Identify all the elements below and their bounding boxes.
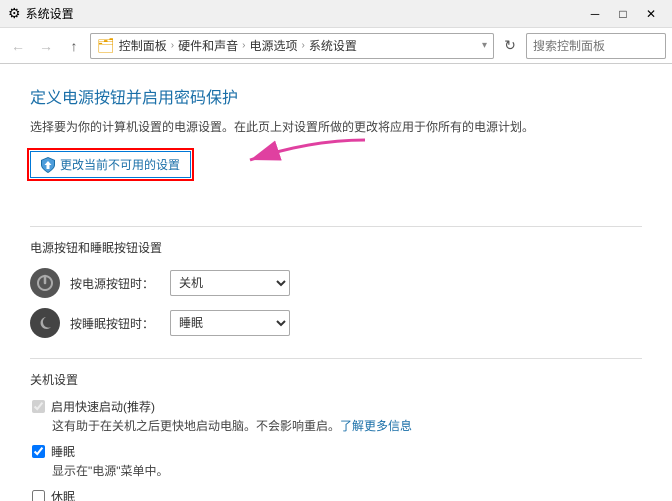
fast-startup-label: 启用快速启动(推荐) (51, 398, 155, 415)
fast-startup-desc: 这有助于在关机之后更快地启动电脑。不会影响重启。了解更多信息 (52, 417, 642, 435)
maximize-button[interactable]: □ (610, 4, 636, 24)
address-bar: ← → ↑ 🗂 控制面板 › 硬件和声音 › 电源选项 › 系统设置 ▾ ↻ (0, 28, 672, 64)
sleep-button-label: 按睡眠按钮时： (70, 315, 160, 332)
section-divider-1 (30, 226, 642, 227)
path-sep-2: › (242, 40, 245, 51)
path-dropdown-icon[interactable]: ▾ (482, 40, 487, 51)
sleep-row: 睡眠 (32, 443, 642, 460)
title-bar-icon: ⚙ (8, 5, 21, 22)
power-settings-section: 电源按钮和睡眠按钮设置 按电源按钮时： 关机 睡眠 休眠 (30, 239, 642, 338)
sleep-item: 睡眠 显示在"电源"菜单中。 (32, 443, 642, 480)
shield-icon (41, 157, 55, 173)
minimize-button[interactable]: ─ (582, 4, 608, 24)
page-description: 选择要为你的计算机设置的电源设置。在此页上对设置所做的更改将应用于你所有的电源计… (30, 118, 642, 137)
sleep-checkbox[interactable] (32, 445, 45, 458)
main-content: 定义电源按钮并启用密码保护 选择要为你的计算机设置的电源设置。在此页上对设置所做… (0, 64, 672, 501)
sleep-button-row: 按睡眠按钮时： 睡眠 关机 休眠 不采取任何措施 (30, 308, 642, 338)
hibernate-checkbox[interactable] (32, 490, 45, 501)
path-power[interactable]: 电源选项 (250, 37, 298, 54)
path-sep-3: › (302, 40, 305, 51)
title-bar: ⚙ 系统设置 ─ □ ✕ (0, 0, 672, 28)
search-input[interactable] (526, 33, 666, 59)
power-settings-rows: 按电源按钮时： 关机 睡眠 休眠 不采取任何措施 按睡眠按 (30, 268, 642, 338)
path-system[interactable]: 系统设置 (309, 37, 357, 54)
path-controlpanel[interactable]: 控制面板 (119, 37, 167, 54)
shutdown-section: 关机设置 启用快速启动(推荐) 这有助于在关机之后更快地启动电脑。不会影响重启。… (30, 371, 642, 501)
sleep-checkbox-label: 睡眠 (51, 443, 75, 460)
path-hardware[interactable]: 硬件和声音 (178, 37, 238, 54)
up-button[interactable]: ↑ (62, 34, 86, 58)
fast-startup-row: 启用快速启动(推荐) (32, 398, 642, 415)
close-button[interactable]: ✕ (638, 4, 664, 24)
power-button-select[interactable]: 关机 睡眠 休眠 不采取任何措施 (170, 270, 290, 296)
fast-startup-item: 启用快速启动(推荐) 这有助于在关机之后更快地启动电脑。不会影响重启。了解更多信… (32, 398, 642, 435)
hibernate-row: 休眠 (32, 488, 642, 501)
power-button-row: 按电源按钮时： 关机 睡眠 休眠 不采取任何措施 (30, 268, 642, 298)
section-divider-2 (30, 358, 642, 359)
forward-button[interactable]: → (34, 34, 58, 58)
change-settings-label: 更改当前不可用的设置 (60, 156, 180, 173)
learn-more-link[interactable]: 了解更多信息 (340, 419, 412, 433)
path-sep-1: › (171, 40, 174, 51)
address-path: 🗂 控制面板 › 硬件和声音 › 电源选项 › 系统设置 ▾ (90, 33, 494, 59)
refresh-button[interactable]: ↻ (498, 34, 522, 58)
sleep-checkbox-desc: 显示在"电源"菜单中。 (52, 462, 642, 480)
shutdown-title: 关机设置 (30, 371, 642, 388)
folder-icon: 🗂 (97, 37, 115, 54)
pink-arrow-annotation (230, 135, 370, 178)
sleep-icon (30, 308, 60, 338)
power-icon (30, 268, 60, 298)
hibernate-item: 休眠 显示在"电源"菜单中。 (32, 488, 642, 501)
back-button[interactable]: ← (6, 34, 30, 58)
power-button-label: 按电源按钮时： (70, 275, 160, 292)
hibernate-checkbox-label: 休眠 (51, 488, 75, 501)
page-title: 定义电源按钮并启用密码保护 (30, 84, 642, 108)
title-bar-text: 系统设置 (26, 5, 74, 22)
sleep-button-select[interactable]: 睡眠 关机 休眠 不采取任何措施 (170, 310, 290, 336)
change-settings-button[interactable]: 更改当前不可用的设置 (30, 151, 191, 178)
power-settings-title: 电源按钮和睡眠按钮设置 (30, 239, 642, 256)
fast-startup-checkbox[interactable] (32, 400, 45, 413)
